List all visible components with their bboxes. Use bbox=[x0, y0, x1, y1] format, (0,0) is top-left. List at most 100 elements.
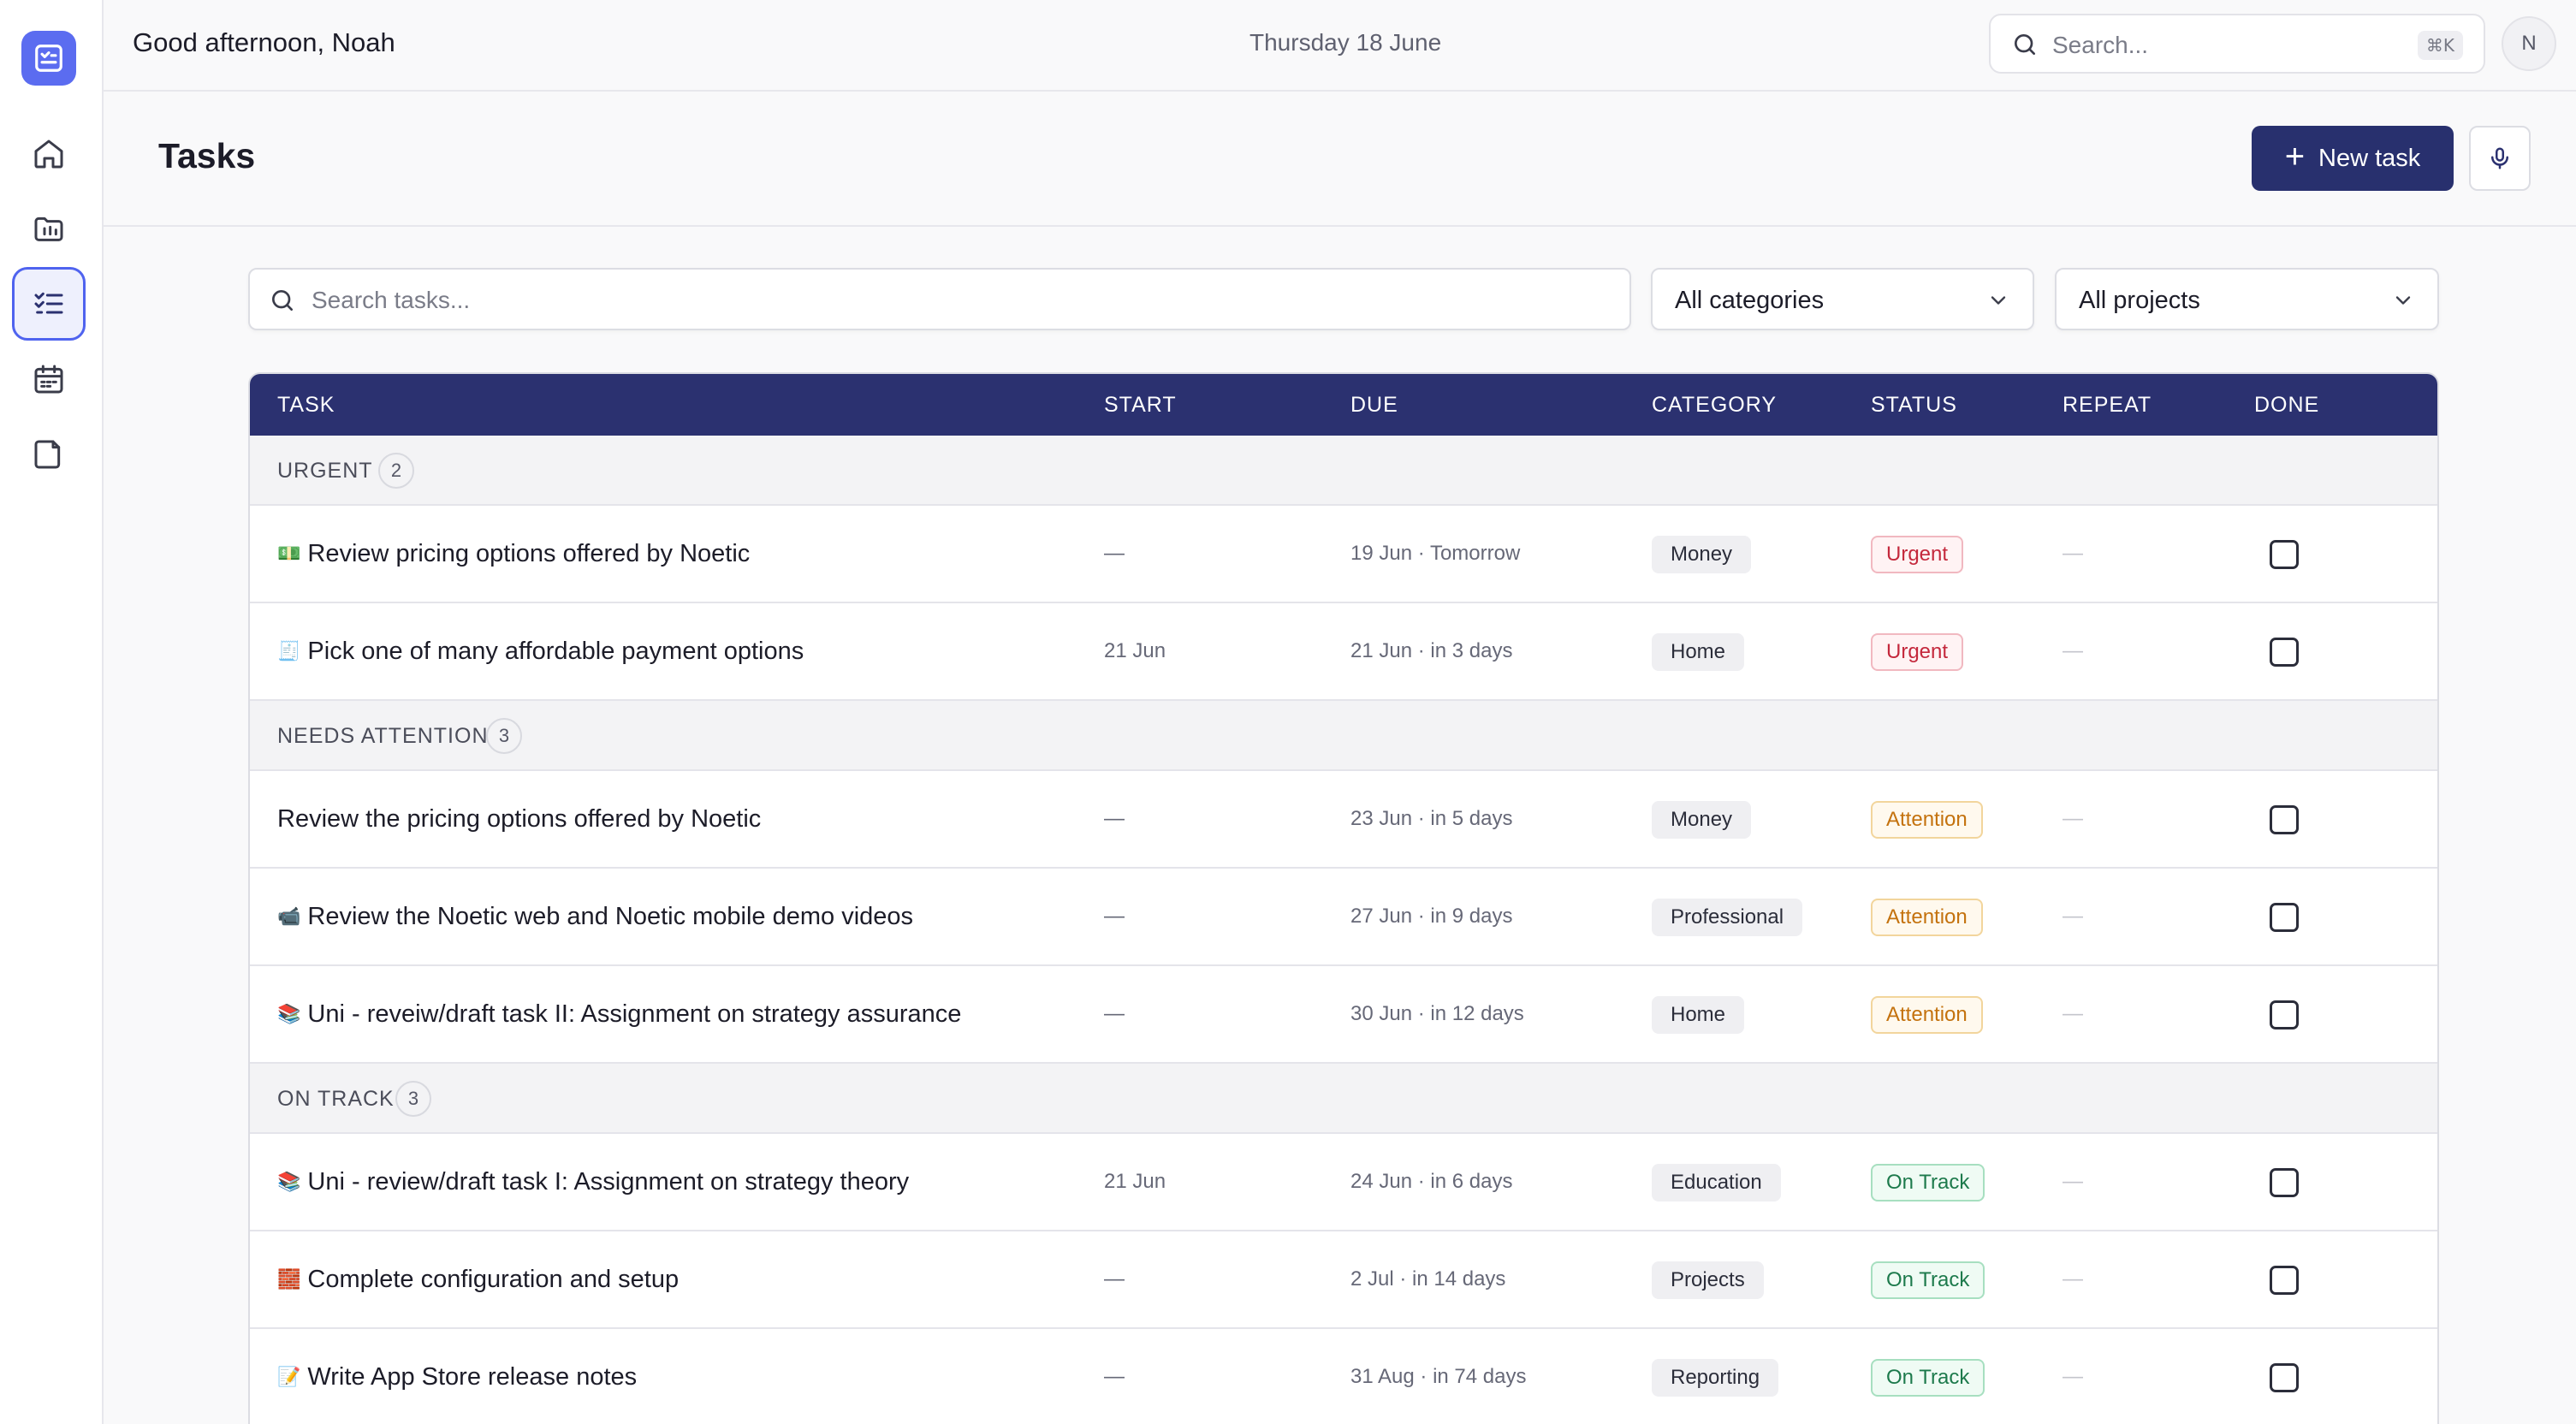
task-title: Uni - review/draft task I: Assignment on… bbox=[307, 1167, 910, 1196]
group-label: ON TRACK bbox=[277, 1087, 395, 1111]
sidebar bbox=[0, 0, 104, 1424]
repeat-value: — bbox=[2063, 1170, 2083, 1193]
microphone-icon bbox=[2491, 147, 2508, 169]
task-search-placeholder: Search tasks... bbox=[312, 287, 471, 313]
books-icon: 📚 bbox=[277, 1171, 301, 1193]
books-icon: 📚 bbox=[277, 1003, 301, 1025]
projects-icon bbox=[34, 217, 63, 241]
task-title: Pick one of many affordable payment opti… bbox=[307, 637, 804, 665]
done-checkbox[interactable] bbox=[2270, 1363, 2299, 1392]
avatar[interactable]: N bbox=[2502, 16, 2556, 71]
start-date: — bbox=[1104, 1002, 1125, 1025]
task-search-input[interactable]: Search tasks... bbox=[248, 268, 1631, 330]
table-row[interactable]: 💵 Review pricing options offered by Noeti… bbox=[250, 506, 2437, 603]
task-title: Review pricing options offered by Noetic bbox=[307, 539, 751, 567]
receipt-icon: 🧾 bbox=[277, 640, 301, 662]
task-title: Complete configuration and setup bbox=[307, 1265, 680, 1293]
sidebar-item-calendar[interactable] bbox=[12, 342, 86, 416]
start-date: — bbox=[1104, 542, 1125, 565]
group-count-badge: 2 bbox=[378, 453, 414, 489]
table-header: TASK START DUE CATEGORY STATUS REPEAT DO… bbox=[250, 374, 2437, 436]
home-icon bbox=[34, 139, 63, 169]
sidebar-item-tasks[interactable] bbox=[12, 267, 86, 341]
table-row[interactable]: 📝 Write App Store release notes — 31 Aug … bbox=[250, 1329, 2437, 1424]
task-title: Review the Noetic web and Noetic mobile … bbox=[307, 902, 914, 930]
group-label: NEEDS ATTENTION bbox=[277, 724, 489, 748]
new-task-label: New task bbox=[2318, 144, 2421, 172]
table-row[interactable]: 🧾 Pick one of many affordable payment opt… bbox=[250, 603, 2437, 701]
table-row[interactable]: Review the pricing options offered by No… bbox=[250, 771, 2437, 869]
task-title: Uni - reveiw/draft task II: Assignment o… bbox=[307, 1000, 962, 1028]
task-name[interactable]: 📝 Write App Store release notes bbox=[277, 1329, 637, 1424]
category-badge: Projects bbox=[1652, 1261, 1764, 1299]
task-name[interactable]: 🧾 Pick one of many affordable payment opt… bbox=[277, 603, 804, 699]
column-header-due[interactable]: DUE bbox=[1350, 393, 1398, 418]
due-date: 27 Jun · in 9 days bbox=[1350, 905, 1513, 928]
due-date: 23 Jun · in 5 days bbox=[1350, 807, 1513, 830]
search-shortcut-badge: ⌘K bbox=[2417, 31, 2463, 60]
status-badge: Attention bbox=[1871, 801, 1983, 839]
category-badge: Home bbox=[1652, 996, 1745, 1034]
start-date: — bbox=[1104, 807, 1125, 830]
column-header-status[interactable]: STATUS bbox=[1871, 393, 1957, 418]
task-title: Write App Store release notes bbox=[307, 1362, 638, 1391]
task-name[interactable]: Review the pricing options offered by No… bbox=[277, 771, 761, 867]
sidebar-item-notes[interactable] bbox=[12, 418, 86, 491]
column-header-done[interactable]: DONE bbox=[2254, 393, 2319, 418]
status-badge: On Track bbox=[1871, 1164, 1985, 1202]
column-header-category[interactable]: CATEGORY bbox=[1652, 393, 1777, 418]
repeat-value: — bbox=[2063, 807, 2083, 830]
group-header-needs-attention: NEEDS ATTENTION 3 bbox=[250, 701, 2437, 771]
due-date: 24 Jun · in 6 days bbox=[1350, 1170, 1513, 1193]
category-filter-select[interactable]: All categories bbox=[1651, 268, 2034, 330]
app-logo-icon[interactable] bbox=[21, 31, 76, 86]
done-checkbox[interactable] bbox=[2270, 1168, 2299, 1197]
project-filter-select[interactable]: All projects bbox=[2055, 268, 2439, 330]
status-badge: Urgent bbox=[1871, 633, 1964, 671]
done-checkbox[interactable] bbox=[2270, 805, 2299, 834]
done-checkbox[interactable] bbox=[2270, 903, 2299, 932]
new-task-button[interactable]: + New task bbox=[2252, 126, 2454, 191]
start-date: — bbox=[1104, 905, 1125, 928]
current-date: Thursday 18 June bbox=[1249, 29, 1442, 56]
done-checkbox[interactable] bbox=[2270, 638, 2299, 667]
column-header-task[interactable]: TASK bbox=[277, 393, 335, 418]
sidebar-item-home[interactable] bbox=[12, 117, 86, 191]
table-row[interactable]: 📚 Uni - review/draft task I: Assignment o… bbox=[250, 1134, 2437, 1231]
done-checkbox[interactable] bbox=[2270, 540, 2299, 569]
task-name[interactable]: 📚 Uni - review/draft task I: Assignment o… bbox=[277, 1134, 909, 1230]
page-header: Tasks + New task bbox=[104, 92, 2576, 227]
start-date: 21 Jun bbox=[1104, 639, 1166, 662]
due-date: 30 Jun · in 12 days bbox=[1350, 1002, 1524, 1025]
group-count-badge: 3 bbox=[395, 1081, 431, 1117]
voice-input-button[interactable] bbox=[2469, 126, 2531, 191]
task-name[interactable]: 🧱 Complete configuration and setup bbox=[277, 1231, 679, 1327]
global-search-placeholder: Search... bbox=[2052, 32, 2149, 58]
status-badge: On Track bbox=[1871, 1261, 1985, 1299]
task-name[interactable]: 📹 Review the Noetic web and Noetic mobile… bbox=[277, 869, 913, 964]
group-count-badge: 3 bbox=[486, 718, 522, 754]
done-checkbox[interactable] bbox=[2270, 1000, 2299, 1029]
task-name[interactable]: 💵 Review pricing options offered by Noeti… bbox=[277, 506, 750, 602]
sidebar-item-projects[interactable] bbox=[12, 192, 86, 265]
category-badge: Money bbox=[1652, 536, 1752, 573]
status-badge: Attention bbox=[1871, 996, 1983, 1034]
search-icon bbox=[2015, 34, 2035, 55]
global-search-input[interactable]: Search... ⌘K bbox=[1989, 14, 2485, 74]
category-badge: Reporting bbox=[1652, 1359, 1779, 1397]
done-checkbox[interactable] bbox=[2270, 1266, 2299, 1295]
repeat-value: — bbox=[2063, 542, 2083, 565]
column-header-repeat[interactable]: REPEAT bbox=[2063, 393, 2152, 418]
due-date: 19 Jun · Tomorrow bbox=[1350, 542, 1521, 565]
start-date: — bbox=[1104, 1267, 1125, 1290]
category-badge: Home bbox=[1652, 633, 1745, 671]
repeat-value: — bbox=[2063, 905, 2083, 928]
table-row[interactable]: 📚 Uni - reveiw/draft task II: Assignment … bbox=[250, 966, 2437, 1064]
table-row[interactable]: 📹 Review the Noetic web and Noetic mobile… bbox=[250, 869, 2437, 966]
task-title: Review the pricing options offered by No… bbox=[277, 804, 762, 833]
category-badge: Money bbox=[1652, 801, 1752, 839]
table-row[interactable]: 🧱 Complete configuration and setup — 2 Ju… bbox=[250, 1231, 2437, 1329]
task-name[interactable]: 📚 Uni - reveiw/draft task II: Assignment … bbox=[277, 966, 961, 1062]
status-badge: Attention bbox=[1871, 899, 1983, 936]
column-header-start[interactable]: START bbox=[1104, 393, 1177, 418]
